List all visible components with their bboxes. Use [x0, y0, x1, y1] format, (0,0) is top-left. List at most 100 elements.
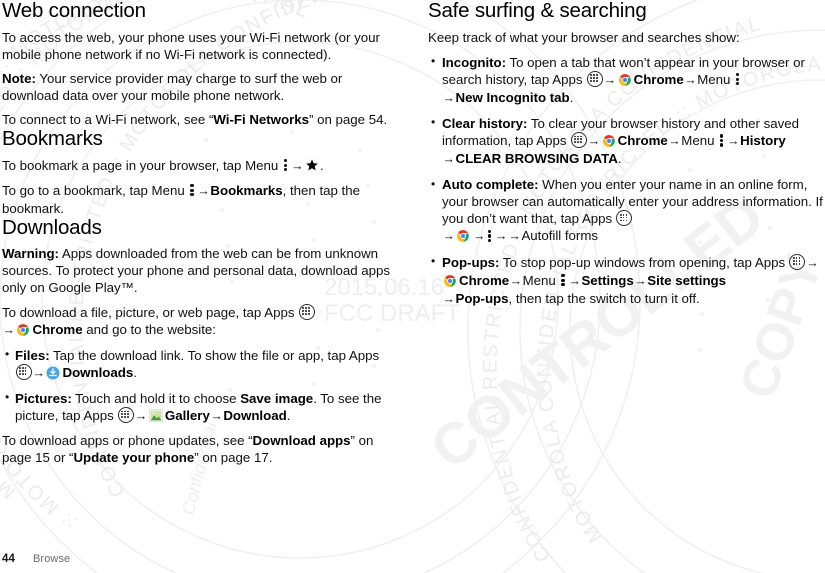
apps-grid-icon[interactable]	[789, 253, 806, 270]
overflow-menu-icon[interactable]	[719, 133, 725, 147]
right-arrow-icon: →	[603, 72, 617, 87]
chrome-logo-icon[interactable]	[16, 323, 30, 337]
list-item-incognito: Incognito: To open a tab that won’t appe…	[428, 53, 824, 107]
menu-item-settings[interactable]: Settings	[581, 273, 633, 288]
gallery-icon[interactable]	[148, 409, 163, 422]
paragraph-safe-intro: Keep track of what your browser and sear…	[428, 29, 740, 45]
chrome-logo-icon[interactable]	[602, 134, 616, 148]
list-item-pictures: Pictures: Touch and hold it to choose Sa…	[2, 389, 398, 425]
paragraph-download-crossrefs: To download apps or phone updates, see “…	[2, 432, 398, 466]
right-arrow-icon: →	[727, 133, 740, 148]
downloads-icon[interactable]	[46, 366, 61, 380]
text-run: Touch and hold it to choose	[71, 390, 241, 406]
paragraph-download-steps: To download a file, picture, or web page…	[2, 303, 398, 339]
apps-grid-icon[interactable]	[586, 70, 603, 87]
menu-item-pop-ups[interactable]: Pop-ups	[455, 291, 508, 306]
text-run: , then tap the switch to turn it off.	[508, 290, 700, 306]
paragraph-warning: Warning: Apps downloaded from the web ca…	[2, 245, 398, 296]
right-arrow-icon: →	[508, 229, 521, 244]
overflow-menu-icon[interactable]	[487, 228, 493, 243]
right-arrow-icon: →	[587, 133, 601, 148]
text-run: To go to a bookmark, tap Menu	[2, 182, 189, 198]
text-run: .	[617, 151, 622, 167]
overflow-menu-icon[interactable]	[560, 273, 566, 287]
paragraph-add-bookmark: To bookmark a page in your browser, tap …	[2, 157, 398, 175]
downloads-bullet-list: Files: Tap the download link. To show th…	[2, 346, 398, 425]
chrome-logo-icon[interactable]	[443, 274, 457, 288]
list-item-files: Files: Tap the download link. To show th…	[2, 346, 398, 382]
right-column: Safe surfing & searching Keep track of w…	[428, 0, 824, 308]
app-name-chrome[interactable]: Chrome	[32, 322, 82, 337]
chrome-logo-icon[interactable]	[618, 73, 632, 87]
right-arrow-icon: →	[2, 322, 16, 337]
right-arrow-icon: →	[210, 409, 223, 424]
label-files: Files:	[15, 347, 50, 363]
overflow-menu-icon[interactable]	[283, 158, 289, 172]
crossref-update-phone: Update your phone	[73, 450, 195, 466]
text-run: To connect to a Wi-Fi network, see “	[2, 111, 214, 127]
page-footer: 44 Browse	[2, 553, 70, 565]
left-column: Web connection To access the web, your p…	[2, 0, 398, 466]
app-name-chrome[interactable]: Chrome	[459, 273, 509, 288]
text-run: Apps downloaded from the web can be from…	[2, 246, 391, 296]
chrome-logo-icon[interactable]	[456, 229, 470, 243]
right-arrow-icon: →	[290, 158, 304, 173]
star-icon[interactable]	[305, 158, 319, 172]
menu-item-new-incognito-tab[interactable]: New Incognito tab	[455, 90, 569, 105]
list-item-pop-ups: Pop-ups: To stop pop-up windows from ope…	[428, 253, 824, 308]
label-pop-ups: Pop-ups:	[442, 254, 500, 270]
text-run: To stop pop-up windows from opening, tap…	[499, 254, 789, 270]
text-run: Your service provider may charge to surf…	[2, 70, 343, 103]
button-clear-browsing-data[interactable]: CLEAR BROWSING DATA	[455, 151, 617, 166]
menu-item-history[interactable]: History	[740, 133, 786, 148]
label-clear-history: Clear history:	[442, 115, 528, 131]
page-number: 44	[2, 553, 15, 565]
overflow-menu-icon[interactable]	[189, 183, 195, 197]
paragraph-web-intro: To access the web, your phone uses your …	[2, 29, 398, 63]
app-name-chrome[interactable]: Chrome	[618, 133, 668, 148]
menu-item-site-settings[interactable]: Site settings	[647, 273, 726, 288]
app-name-chrome[interactable]: Chrome	[634, 72, 684, 87]
text-run: and go to the website:	[82, 321, 216, 337]
text-run: To download apps or phone updates, see “	[2, 433, 253, 449]
menu-item-bookmarks[interactable]: Bookmarks	[210, 183, 282, 198]
menu-item-save-image[interactable]: Save image	[240, 391, 313, 406]
app-name-downloads[interactable]: Downloads	[62, 365, 133, 380]
right-arrow-icon: →	[684, 72, 697, 87]
apps-grid-icon[interactable]	[298, 303, 315, 320]
label-incognito: Incognito:	[442, 54, 507, 70]
right-arrow-icon: →	[442, 291, 456, 306]
paragraph-wifi-crossref: To connect to a Wi-Fi network, see “Wi-F…	[2, 111, 398, 128]
text-run: .	[286, 408, 291, 424]
text-run: To download a file, picture, or web page…	[2, 304, 299, 320]
right-arrow-icon: →	[568, 273, 581, 288]
apps-grid-icon[interactable]	[117, 407, 134, 424]
apps-grid-icon[interactable]	[570, 131, 587, 148]
right-arrow-icon: →	[442, 90, 456, 105]
right-arrow-icon: →	[442, 229, 456, 244]
apps-grid-icon[interactable]	[616, 210, 633, 227]
apps-grid-icon[interactable]	[15, 363, 32, 380]
text-run: ” on page 17.	[194, 450, 273, 466]
right-arrow-icon: →	[509, 273, 523, 288]
crossref-download-apps: Download apps	[252, 433, 351, 449]
right-arrow-icon: →	[32, 365, 46, 380]
text-run: .	[319, 157, 324, 173]
menu-item-download[interactable]: Download	[223, 408, 286, 423]
text-run: ” on page 54.	[309, 111, 388, 127]
right-arrow-icon: →	[634, 273, 647, 288]
heading-downloads: Downloads	[2, 215, 102, 239]
list-item-clear-history: Clear history: To clear your browser his…	[428, 114, 824, 168]
right-arrow-icon: →	[806, 255, 819, 270]
right-arrow-icon: →	[442, 152, 456, 167]
right-arrow-icon: →	[494, 229, 508, 244]
text-run: .	[569, 89, 574, 105]
footer-section-name: Browse	[33, 553, 71, 565]
app-name-gallery[interactable]: Gallery	[165, 408, 210, 423]
overflow-menu-icon[interactable]	[735, 72, 741, 86]
heading-safe-surfing: Safe surfing & searching	[428, 0, 647, 22]
right-arrow-icon: →	[134, 409, 148, 424]
label-auto-complete: Auto complete:	[442, 177, 539, 193]
heading-web-connection: Web connection	[2, 0, 146, 22]
heading-bookmarks: Bookmarks	[2, 126, 103, 150]
